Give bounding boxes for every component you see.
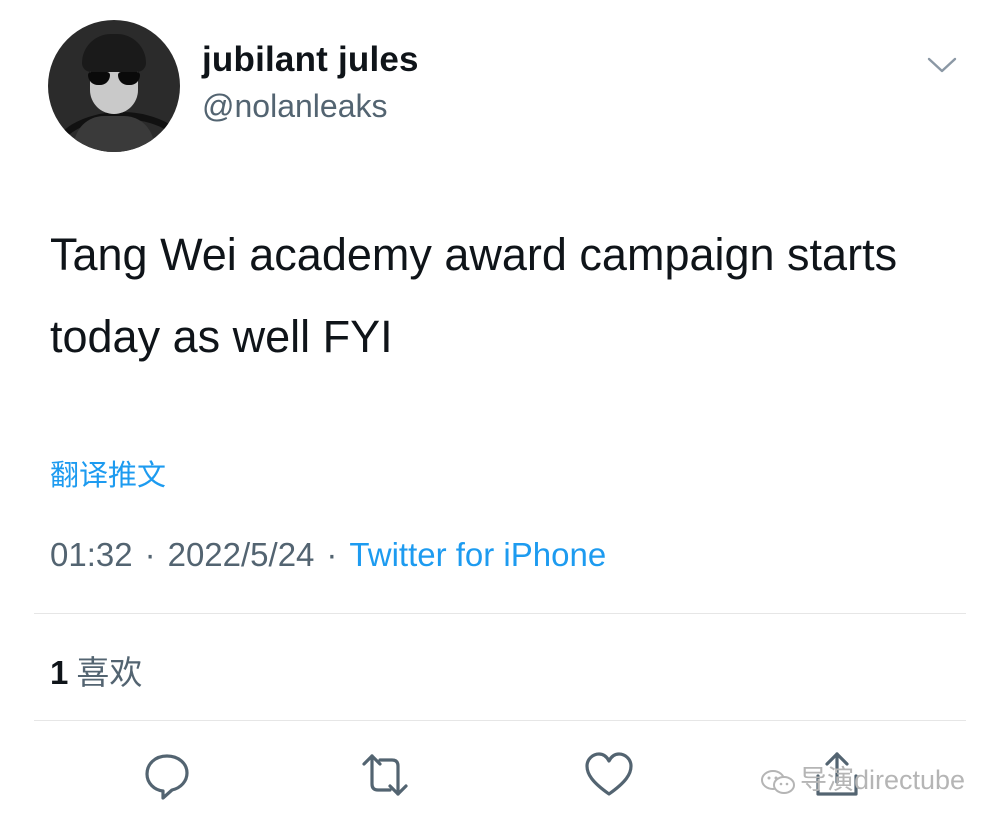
author-handle[interactable]: @nolanleaks [202, 88, 387, 125]
like-icon[interactable] [582, 748, 636, 802]
chevron-down-icon[interactable] [926, 54, 958, 76]
tweet-date: 2022/5/24 [167, 536, 315, 573]
retweet-icon[interactable] [358, 748, 412, 802]
separator-dot: · [326, 536, 338, 573]
watermark-text: 导演directube [800, 765, 966, 795]
author-name[interactable]: jubilant jules [202, 40, 419, 80]
tweet-time: 01:32 [50, 536, 133, 573]
avatar-sunglasses [88, 72, 140, 86]
likes-summary[interactable]: 1 喜欢 [50, 646, 142, 694]
watermark: 导演directube [760, 758, 965, 797]
avatar-jacket [74, 116, 154, 152]
separator-dot: · [144, 536, 156, 573]
divider [34, 720, 966, 721]
tweet-source-link[interactable]: Twitter for iPhone [349, 536, 606, 573]
tweet-metadata: 01:32 · 2022/5/24 · Twitter for iPhone [50, 536, 606, 574]
avatar[interactable] [48, 20, 180, 152]
avatar-hair [82, 34, 146, 72]
translate-tweet-link[interactable]: 翻译推文 [50, 452, 166, 494]
wechat-icon [761, 769, 795, 794]
tweet-text: Tang Wei academy award campaign starts t… [50, 229, 898, 362]
reply-icon[interactable] [140, 748, 194, 802]
likes-count: 1 [50, 654, 69, 691]
likes-label: 喜欢 [76, 654, 143, 691]
divider [34, 613, 966, 614]
